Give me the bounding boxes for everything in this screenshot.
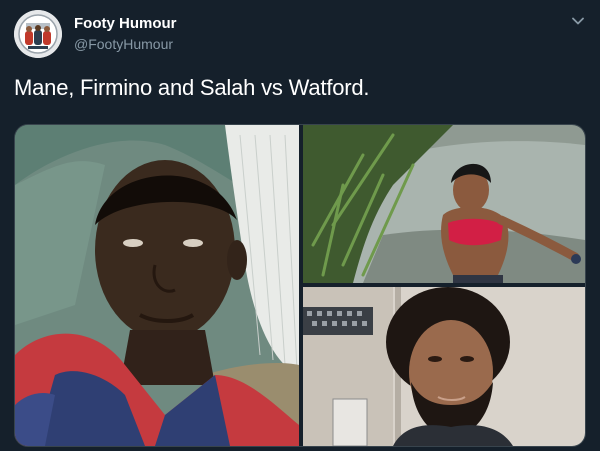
football-crest-avatar-icon xyxy=(14,10,62,58)
author-block: Footy Humour @FootyHumour xyxy=(74,15,177,53)
tweet-text: Mane, Firmino and Salah vs Watford. xyxy=(14,75,370,100)
user-handle[interactable]: @FootyHumour xyxy=(74,35,177,53)
display-name[interactable]: Footy Humour xyxy=(74,15,177,33)
chevron-down-icon xyxy=(572,17,584,25)
photo-man-in-river[interactable] xyxy=(303,125,585,283)
profile-avatar[interactable] xyxy=(14,10,62,58)
tweet-menu-button[interactable] xyxy=(570,13,586,29)
tweet-card: Footy Humour @FootyHumour Mane, Firmino … xyxy=(0,0,600,451)
photo-curly-haired-man-selfie[interactable] xyxy=(303,287,585,446)
photo-man-lying-on-sacks[interactable] xyxy=(15,125,299,446)
media-grid xyxy=(14,124,586,447)
